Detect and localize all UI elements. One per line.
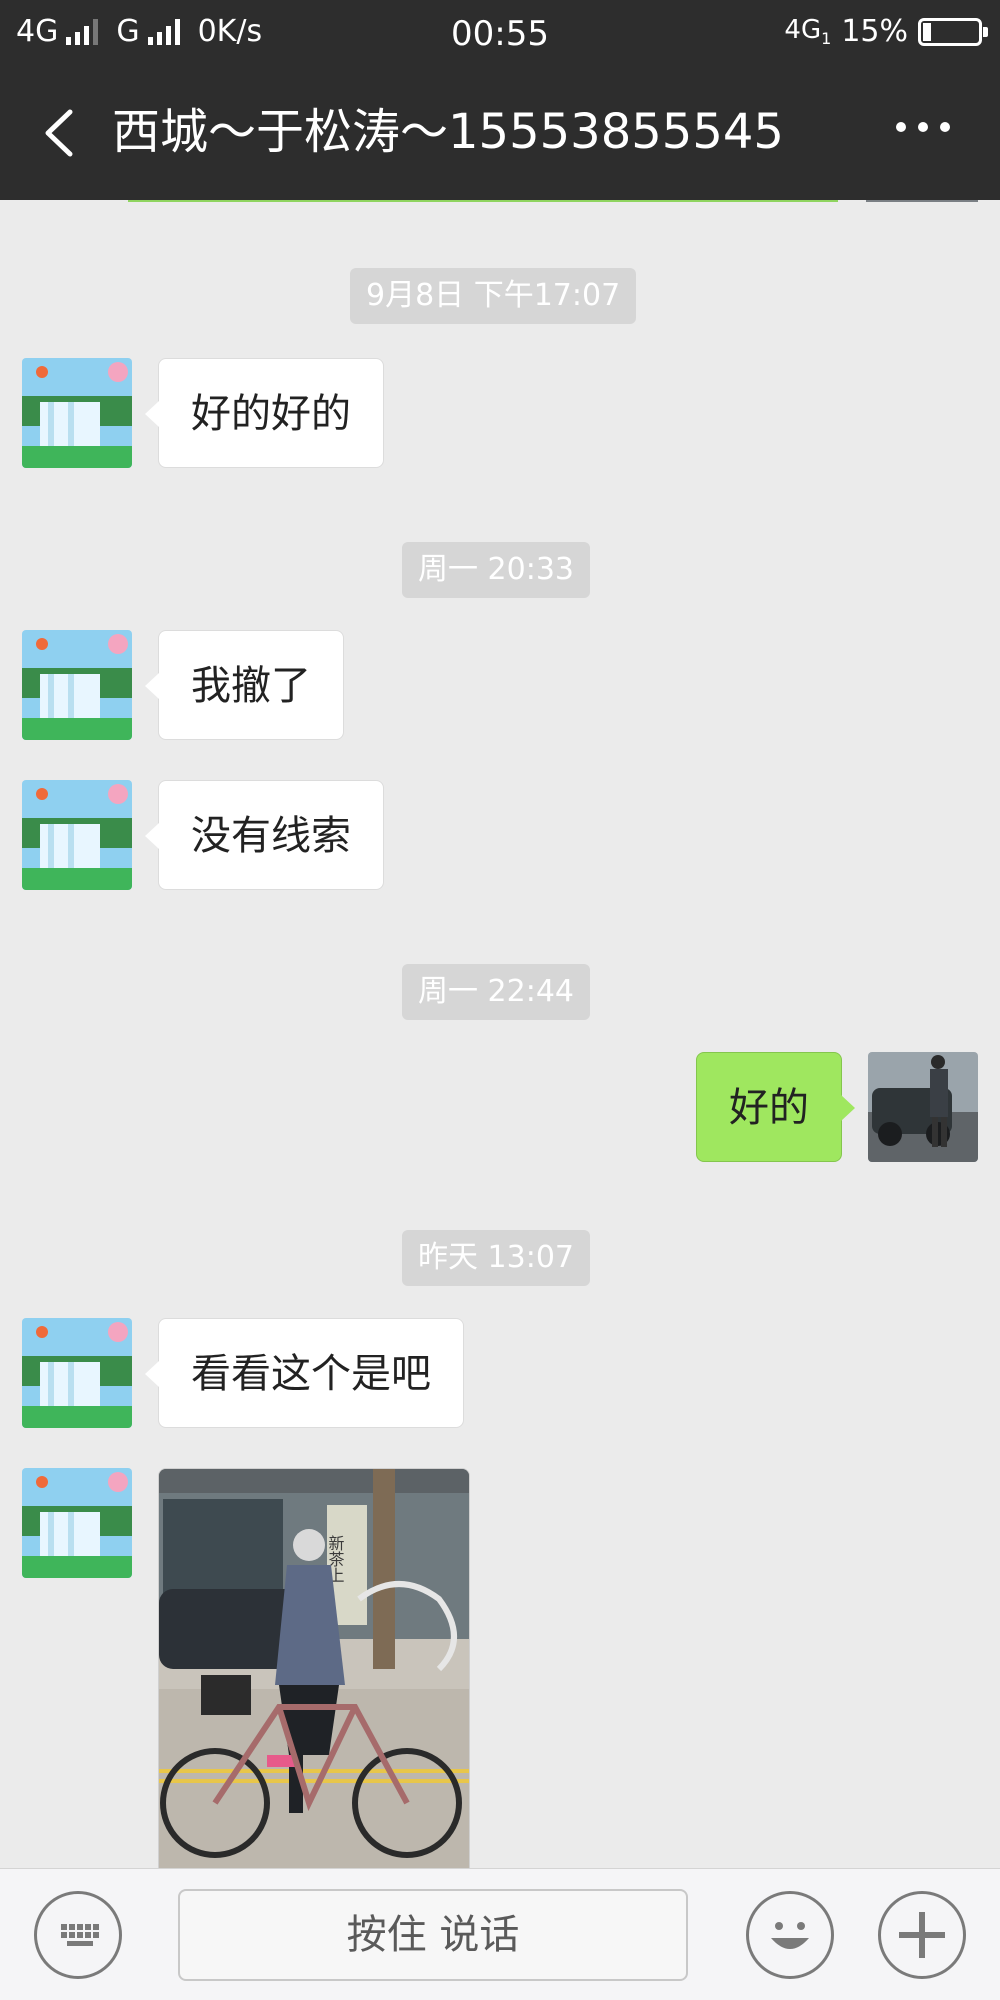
status-bar: 4G G 0K/s 00:55 4G1 15% (0, 0, 1000, 66)
chat-header: 西城～于松涛～15553855545 (0, 66, 1000, 200)
input-bar: 按住 说话 (0, 1868, 1000, 2000)
waterfall-avatar-icon (22, 1468, 132, 1578)
timestamp: 周一 20:33 (402, 542, 590, 598)
waterfall-avatar-icon (22, 358, 132, 468)
previous-avatar-edge (866, 200, 978, 202)
timestamp: 9月8日 下午17:07 (350, 268, 637, 324)
status-right: 4G1 15% (784, 14, 988, 49)
my-avatar[interactable] (868, 1052, 978, 1162)
man-on-bicycle-photo: 新茶上 (159, 1469, 469, 1868)
person-car-avatar-icon (868, 1052, 978, 1162)
timestamp: 周一 22:44 (402, 964, 590, 1020)
battery-icon (918, 17, 988, 46)
avatar[interactable] (22, 780, 132, 890)
network-label-3: 4G1 (784, 14, 832, 49)
waterfall-avatar-icon (22, 780, 132, 890)
keyboard-icon[interactable] (34, 1891, 122, 1979)
message-bubble-outgoing[interactable]: 好的 (696, 1052, 855, 1162)
message-bubble[interactable]: 我撤了 (145, 630, 344, 740)
waterfall-avatar-icon (22, 1318, 132, 1428)
chevron-left-icon[interactable] (38, 108, 84, 158)
previous-message-edge (128, 200, 838, 202)
avatar[interactable] (22, 630, 132, 740)
more-icon[interactable] (896, 122, 950, 132)
chat-title: 西城～于松涛～15553855545 (112, 104, 784, 160)
message-bubble[interactable]: 没有线索 (145, 780, 384, 890)
avatar[interactable] (22, 358, 132, 468)
message-bubble[interactable]: 看看这个是吧 (145, 1318, 464, 1428)
message-bubble[interactable]: 好的好的 (145, 358, 384, 468)
avatar[interactable] (22, 1468, 132, 1578)
avatar[interactable] (22, 1318, 132, 1428)
chat-area[interactable]: 9月8日 下午17:07 好的好的 周一 20:33 我撤了 没有线索 周一 2… (0, 200, 1000, 1868)
waterfall-avatar-icon (22, 630, 132, 740)
plus-icon[interactable] (878, 1891, 966, 1979)
timestamp: 昨天 13:07 (402, 1230, 590, 1286)
image-message[interactable]: 新茶上 (158, 1468, 470, 1868)
emoji-icon[interactable] (746, 1891, 834, 1979)
hold-to-talk-button[interactable]: 按住 说话 (178, 1889, 688, 1981)
battery-percent: 15% (841, 14, 908, 49)
